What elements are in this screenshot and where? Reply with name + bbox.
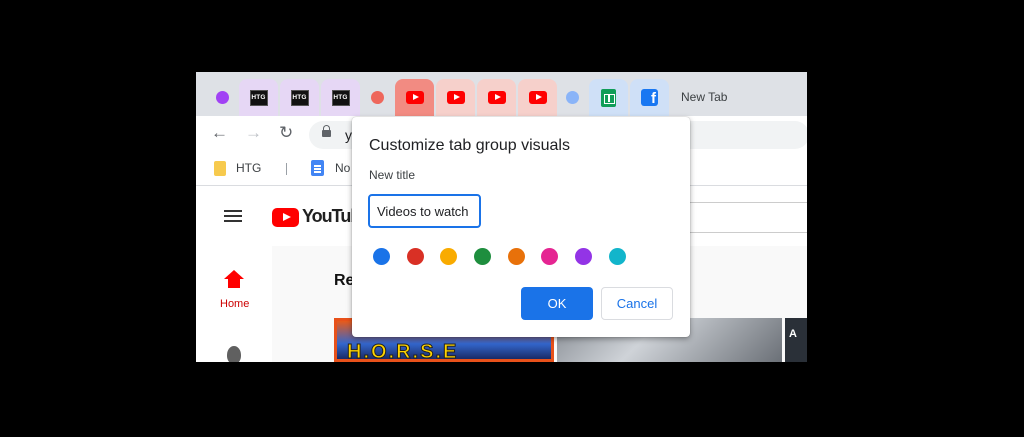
back-arrow-icon[interactable]: ← [211, 123, 228, 143]
cancel-button[interactable]: Cancel [601, 287, 673, 320]
menu-icon[interactable] [224, 210, 242, 212]
docs-icon [311, 160, 324, 176]
ok-button[interactable]: OK [521, 287, 593, 320]
tab-sheets[interactable] [589, 79, 628, 116]
color-swatch-purple[interactable] [575, 248, 592, 265]
youtube-sidebar: Home [196, 246, 272, 362]
color-swatch-green[interactable] [474, 248, 491, 265]
sheets-icon [601, 88, 616, 107]
htg-icon: HTG [331, 89, 350, 106]
url-text: y [345, 127, 352, 143]
facebook-icon: f [641, 89, 658, 106]
tab-htg-3[interactable]: HTG [321, 79, 360, 116]
youtube-icon [405, 91, 424, 104]
htg-icon: HTG [290, 89, 309, 106]
screenshot-stage: HTG HTG HTG f New Tab ← → ↻ y HTG No You… [0, 0, 1024, 437]
dialog-title: Customize tab group visuals [369, 137, 570, 154]
customize-tab-group-dialog: Customize tab group visuals New title OK… [352, 117, 690, 337]
tab-strip: HTG HTG HTG f New Tab [196, 72, 807, 116]
youtube-logo-icon[interactable] [272, 208, 299, 227]
color-swatch-cyan[interactable] [609, 248, 626, 265]
tab-group-blue-dot[interactable] [566, 91, 579, 104]
color-swatch-pink[interactable] [541, 248, 558, 265]
tab-htg-1[interactable]: HTG [239, 79, 278, 116]
bookmark-docs[interactable]: No [335, 161, 350, 175]
thumbnail-text: A [789, 328, 797, 340]
video-thumbnail-3[interactable]: A [785, 318, 807, 362]
trending-icon[interactable] [227, 346, 241, 362]
tab-youtube-4[interactable] [518, 79, 557, 116]
reload-icon[interactable]: ↻ [279, 123, 293, 143]
tab-group-purple-dot[interactable] [216, 91, 229, 104]
color-swatch-orange[interactable] [508, 248, 525, 265]
tab-htg-2[interactable]: HTG [280, 79, 319, 116]
lock-icon [322, 125, 331, 139]
youtube-icon [446, 91, 465, 104]
home-icon[interactable] [224, 270, 244, 288]
bookmark-separator [286, 163, 287, 175]
htg-icon: HTG [249, 89, 268, 106]
color-swatch-red[interactable] [407, 248, 424, 265]
group-title-input[interactable] [368, 194, 481, 228]
bookmark-htg[interactable]: HTG [236, 161, 261, 175]
youtube-icon [487, 91, 506, 104]
tab-facebook[interactable]: f [630, 79, 669, 116]
color-swatch-yellow[interactable] [440, 248, 457, 265]
thumbnail-text: H.O.R.S.E [346, 341, 459, 363]
color-swatch-blue[interactable] [373, 248, 390, 265]
tab-youtube-1[interactable] [395, 79, 434, 116]
tab-youtube-3[interactable] [477, 79, 516, 116]
forward-arrow-icon[interactable]: → [245, 123, 262, 143]
folder-icon [214, 161, 226, 176]
new-title-label: New title [369, 168, 416, 182]
new-tab[interactable]: New Tab [681, 90, 727, 104]
home-label[interactable]: Home [220, 298, 249, 310]
youtube-icon [528, 91, 547, 104]
tab-group-red-dot[interactable] [371, 91, 384, 104]
tab-youtube-2[interactable] [436, 79, 475, 116]
